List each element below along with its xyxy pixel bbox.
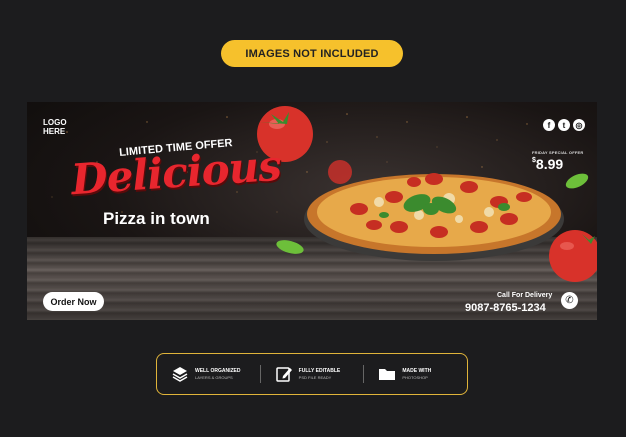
feature-title: WELL ORGANIZED bbox=[195, 368, 241, 374]
facebook-icon[interactable]: f bbox=[543, 119, 555, 131]
social-icons: f t ◎ bbox=[543, 119, 585, 131]
layers-icon bbox=[172, 367, 188, 382]
logo-placeholder: LOGO HERE bbox=[43, 118, 73, 136]
subheadline: Pizza in town bbox=[103, 209, 210, 228]
order-now-button[interactable]: Order Now bbox=[43, 292, 104, 311]
feature-title: MADE WITH bbox=[402, 368, 432, 374]
feature-photoshop: MADE WITH PHOTOSHOP bbox=[363, 365, 467, 383]
feature-subtitle: PSD FILE READY bbox=[298, 375, 332, 380]
logo-text-line2: HERE bbox=[43, 127, 66, 136]
delivery-label: Call For Delivery bbox=[497, 292, 553, 299]
tomato-image bbox=[549, 230, 597, 282]
feature-subtitle: PHOTOSHOP bbox=[402, 375, 428, 380]
instagram-icon[interactable]: ◎ bbox=[573, 119, 585, 131]
features-bar: WELL ORGANIZED LAYERS & GROUPS FULLY EDI… bbox=[156, 353, 468, 395]
basil-leaf-image bbox=[565, 173, 589, 189]
feature-subtitle: LAYERS & GROUPS bbox=[195, 375, 233, 380]
promo-banner: LOGO HERE f t ◎ FRIDAY SPECIAL OFFER $8.… bbox=[27, 102, 597, 320]
edit-icon bbox=[275, 367, 292, 382]
phone-icon[interactable]: ✆ bbox=[561, 292, 578, 309]
phone-number: 9087-8765-1234 bbox=[465, 302, 546, 314]
tomato-image bbox=[328, 160, 352, 184]
feature-editable: FULLY EDITABLE PSD FILE READY bbox=[259, 365, 364, 383]
images-not-included-badge: IMAGES NOT INCLUDED bbox=[221, 40, 403, 67]
twitter-icon[interactable]: t bbox=[558, 119, 570, 131]
promo-label: FRIDAY SPECIAL OFFER bbox=[532, 150, 584, 155]
feature-title: FULLY EDITABLE bbox=[298, 368, 341, 374]
folder-icon bbox=[379, 369, 396, 380]
basil-leaf-image bbox=[276, 240, 304, 254]
notice-label: IMAGES NOT INCLUDED bbox=[245, 47, 379, 60]
feature-layers: WELL ORGANIZED LAYERS & GROUPS bbox=[157, 365, 260, 383]
logo-text-line1: LOGO bbox=[43, 118, 67, 127]
